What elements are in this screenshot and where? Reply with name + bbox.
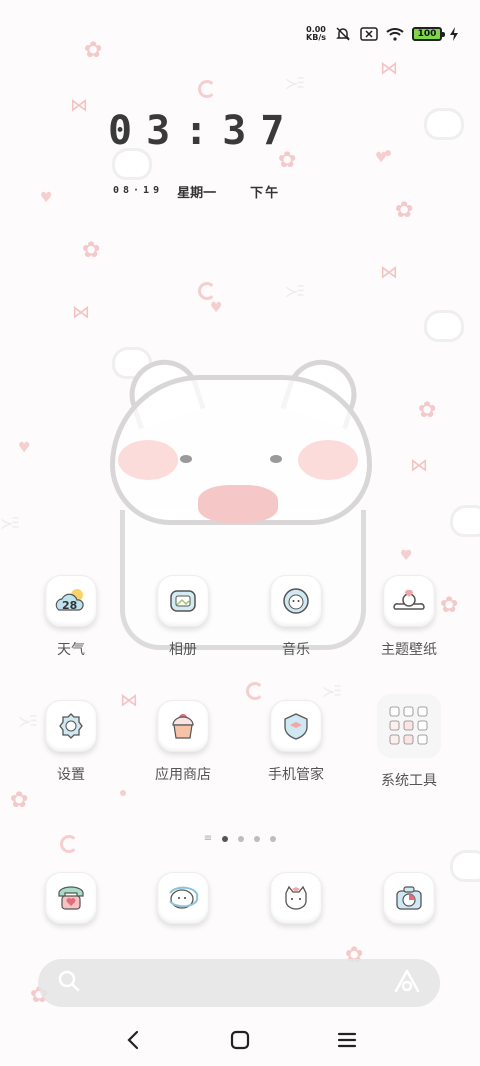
app-label: 相册	[169, 642, 197, 658]
camera-icon	[383, 872, 435, 924]
cat-eye	[180, 455, 192, 463]
fishbone-decoration: ≻⫶⫶⫶	[285, 74, 304, 93]
app-theme-wallpaper[interactable]: 主题壁纸	[364, 575, 454, 659]
phone-manager-icon	[270, 700, 322, 752]
page-dot[interactable]	[222, 836, 229, 842]
app-phone-manager[interactable]: 手机管家	[251, 700, 341, 784]
messages-icon	[157, 872, 209, 924]
cat-eye	[270, 455, 282, 463]
clock-ampm: 下午	[250, 186, 281, 201]
app-label: 主题壁纸	[381, 642, 437, 658]
fishbone-decoration: ≻⫶⫶⫶	[0, 514, 19, 533]
bow-decoration: ⋈	[380, 262, 398, 283]
sim-x-icon	[360, 25, 378, 43]
battery-level: 100	[417, 29, 437, 39]
wifi-icon	[386, 25, 404, 43]
page-dot[interactable]	[254, 836, 261, 842]
back-button[interactable]	[113, 1020, 153, 1060]
clock-date-line: 08·19 星期一 下午	[113, 182, 280, 201]
heart-decoration: ♥	[18, 440, 31, 456]
small-cat-decoration	[450, 505, 480, 537]
swirl-decoration	[198, 80, 216, 98]
flower-decoration: ✿	[418, 398, 437, 423]
recents-button[interactable]	[327, 1020, 367, 1060]
app-label: 系统工具	[381, 773, 437, 789]
assistant-icon[interactable]	[394, 969, 420, 997]
theme-icon	[383, 575, 435, 627]
dot-decoration	[385, 150, 391, 156]
app-settings[interactable]: 设置	[26, 700, 116, 784]
flower-decoration: ✿	[10, 788, 29, 813]
bow-decoration: ⋈	[380, 58, 398, 79]
cat-cheek	[298, 440, 358, 480]
home-button[interactable]	[220, 1020, 260, 1060]
app-label: 应用商店	[155, 767, 211, 783]
page-list-icon[interactable]: ≡	[204, 834, 212, 844]
bow-decoration: ⋈	[410, 455, 428, 476]
dock-camera[interactable]	[364, 872, 454, 924]
music-icon	[270, 575, 322, 627]
fishbone-decoration: ≻⫶⫶⫶	[285, 282, 304, 301]
clock-weekday: 星期一	[177, 186, 217, 201]
weather-temperature: 28	[62, 599, 77, 612]
page-dot[interactable]	[238, 836, 245, 842]
page-indicator[interactable]: ≡	[0, 834, 480, 844]
dock-phone[interactable]	[26, 872, 116, 924]
flower-decoration: ✿	[82, 238, 101, 263]
browser-icon	[270, 872, 322, 924]
app-label: 天气	[57, 642, 85, 658]
cat-cheek	[118, 440, 178, 480]
app-store-icon	[157, 700, 209, 752]
app-folder-system-tools[interactable]: 系统工具	[364, 694, 454, 790]
app-store[interactable]: 应用商店	[138, 700, 228, 784]
cat-bow	[198, 485, 278, 523]
weather-icon: 28	[45, 575, 97, 627]
fishbone-decoration: ≻⫶⫶⫶	[322, 682, 341, 701]
dot-decoration	[405, 550, 411, 556]
heart-decoration: ♥	[210, 300, 223, 316]
status-bar: 0.00 KB/s 100	[306, 22, 458, 46]
app-label: 手机管家	[268, 767, 324, 783]
bow-decoration: ⋈	[120, 690, 138, 711]
page-dot[interactable]	[270, 836, 277, 842]
swirl-decoration	[198, 282, 216, 300]
network-speed-unit: KB/s	[306, 33, 326, 42]
navigation-bar	[0, 1018, 480, 1062]
dock-browser[interactable]	[251, 872, 341, 924]
network-speed: 0.00 KB/s	[306, 26, 326, 42]
swirl-decoration	[246, 682, 264, 700]
bow-decoration: ⋈	[70, 95, 88, 116]
app-label: 音乐	[282, 642, 310, 658]
small-cat-decoration	[424, 310, 464, 342]
gallery-icon	[157, 575, 209, 627]
clock-time[interactable]: 03:37	[108, 108, 298, 154]
flower-decoration: ✿	[84, 38, 103, 63]
search-input[interactable]	[90, 975, 394, 991]
settings-icon	[45, 700, 97, 752]
small-cat-decoration	[424, 108, 464, 140]
battery-icon: 100	[412, 27, 445, 41]
search-icon[interactable]	[58, 970, 80, 996]
charging-icon	[450, 25, 458, 43]
clock-date: 08·19	[113, 185, 164, 196]
flower-decoration: ✿	[395, 198, 414, 223]
bow-decoration: ⋈	[72, 302, 90, 323]
app-music[interactable]: 音乐	[251, 575, 341, 659]
dock-messages[interactable]	[138, 872, 228, 924]
app-gallery[interactable]: 相册	[138, 575, 228, 659]
heart-decoration: ♥	[40, 190, 53, 206]
small-cat-decoration	[450, 850, 480, 882]
system-tools-folder-icon	[377, 694, 441, 758]
app-weather[interactable]: 28 天气	[26, 575, 116, 659]
phone-icon	[45, 872, 97, 924]
bell-off-icon	[334, 25, 352, 43]
app-label: 设置	[57, 767, 85, 783]
dot-decoration	[120, 790, 126, 796]
search-bar[interactable]	[38, 959, 440, 1007]
